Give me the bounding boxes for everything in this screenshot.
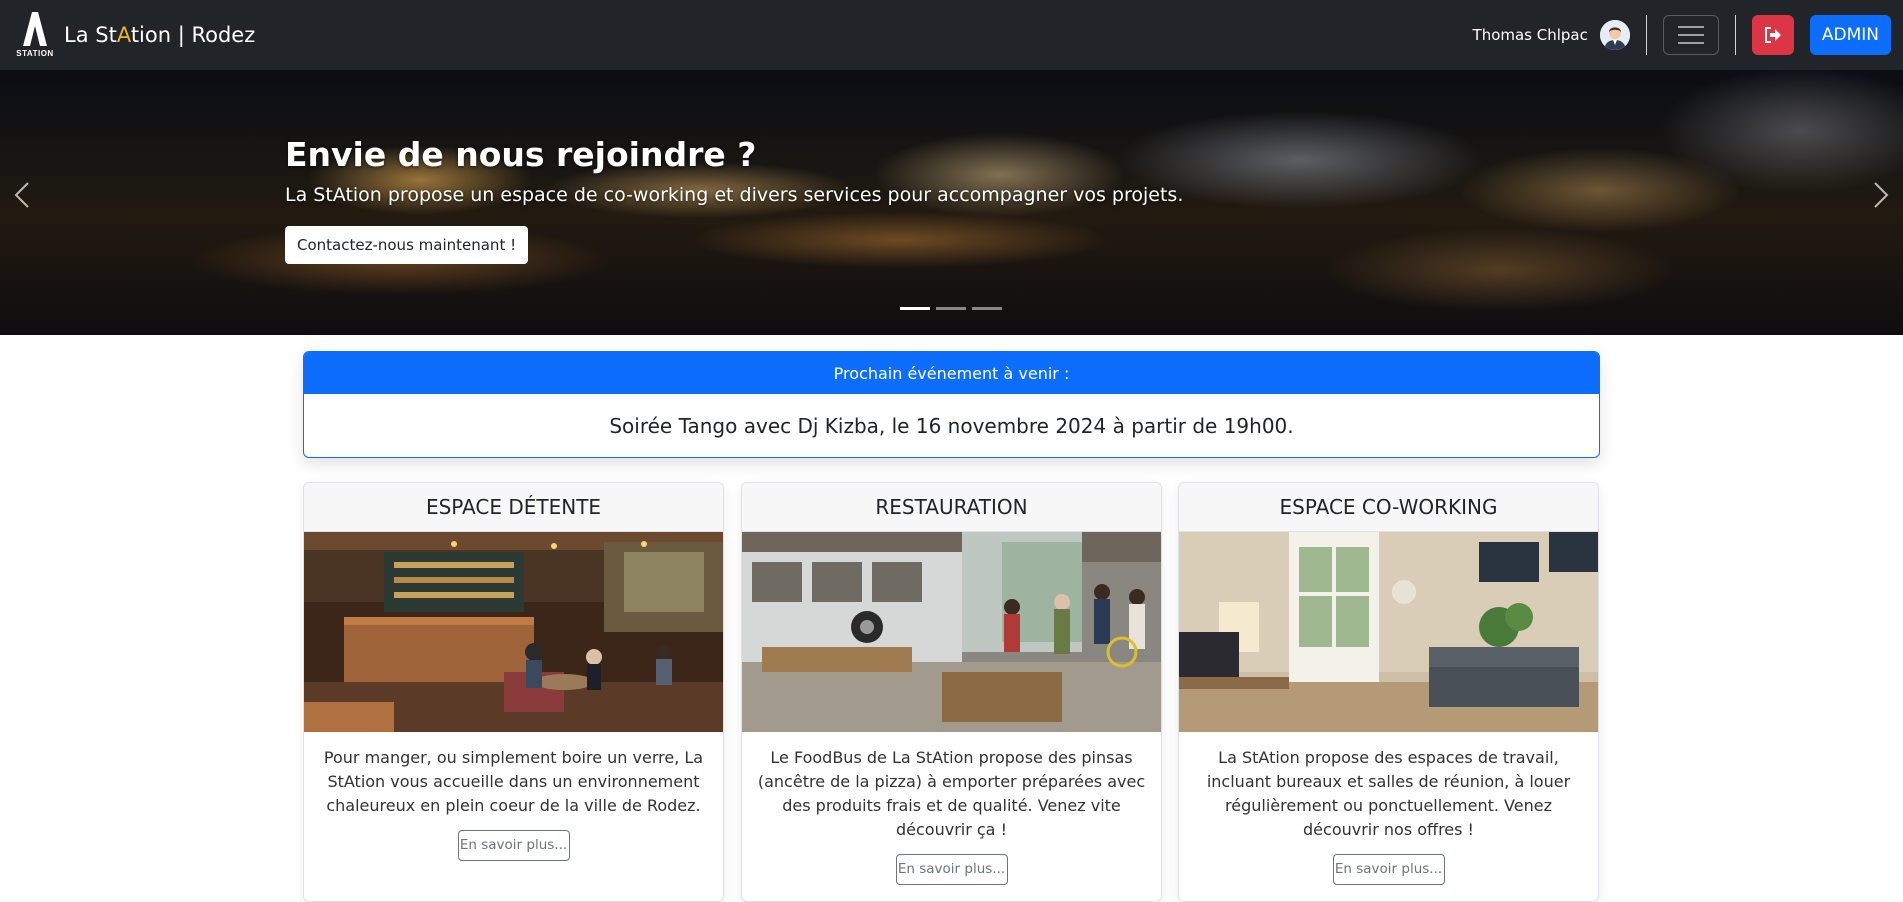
card-restauration: RESTAURATION Le FoodBus de La StAtion pr… [741, 482, 1162, 902]
carousel-indicator-1[interactable] [900, 307, 930, 310]
hero-caption: Envie de nous rejoindre ? La StAtion pro… [285, 135, 1183, 264]
card-title: RESTAURATION [742, 483, 1161, 532]
card-title: ESPACE DÉTENTE [304, 483, 723, 532]
carousel-indicators [900, 307, 1002, 310]
bar-photo [304, 532, 723, 732]
carousel-prev-button[interactable] [8, 175, 36, 215]
navbar-divider [1645, 15, 1647, 55]
card-title: ESPACE CO-WORKING [1179, 483, 1598, 532]
card-description: Pour manger, ou simplement boire un verr… [323, 748, 704, 815]
logout-button[interactable] [1751, 15, 1794, 55]
avatar-icon[interactable] [1599, 20, 1630, 50]
navbar-divider [1734, 15, 1736, 55]
carousel-next-button[interactable] [1867, 175, 1895, 215]
learn-more-button[interactable]: En savoir plus... [457, 830, 570, 861]
next-event-text: Soirée Tango avec Dj Kizba, le 16 novemb… [609, 414, 1294, 438]
hero-subtitle: La StAtion propose un espace de co-worki… [285, 184, 1184, 206]
top-navbar: STATION La StAtion | Rodez Thomas Chlpac [0, 0, 1903, 70]
card-espace-detente: ESPACE DÉTENTE Pour manger, ou simplemen… [303, 482, 724, 902]
next-event-header: Prochain événement à venir : [304, 352, 1599, 394]
card-description: Le FoodBus de La StAtion propose des pin… [757, 748, 1146, 839]
card-espace-coworking: ESPACE CO-WORKING La StAtion propose des… [1178, 482, 1599, 902]
brand-name: La StAtion | Rodez [64, 23, 255, 47]
hamburger-icon[interactable] [1662, 15, 1719, 55]
user-name[interactable]: Thomas Chlpac [1473, 26, 1588, 44]
chevron-right-icon [1874, 182, 1889, 208]
chevron-left-icon [14, 182, 29, 208]
brand-name-part1: La St [64, 23, 117, 47]
learn-more-button[interactable]: En savoir plus... [895, 854, 1008, 885]
foodbus-photo [742, 532, 1161, 732]
carousel-indicator-3[interactable] [972, 307, 1002, 310]
hero-carousel: Envie de nous rejoindre ? La StAtion pro… [0, 70, 1903, 335]
brand-name-part2: tion | Rodez [130, 23, 256, 47]
brand-name-accent: A [116, 23, 131, 47]
contact-button[interactable]: Contactez-nous maintenant ! [285, 226, 529, 264]
hero-title: Envie de nous rejoindre ? [285, 135, 757, 174]
learn-more-button[interactable]: En savoir plus... [1332, 854, 1445, 885]
carousel-indicator-2[interactable] [936, 307, 966, 310]
card-description: La StAtion propose des espaces de travai… [1206, 748, 1571, 839]
logout-icon [1764, 27, 1781, 43]
brand-link[interactable]: STATION La StAtion | Rodez [12, 10, 255, 60]
next-event-card: Prochain événement à venir : Soirée Tang… [303, 351, 1600, 458]
navbar-right: Thomas Chlpac ADMIN [1473, 14, 1891, 56]
logo-text: STATION [16, 49, 54, 58]
station-logo-icon: STATION [12, 12, 58, 58]
coworking-photo [1179, 532, 1598, 732]
admin-button[interactable]: ADMIN [1809, 15, 1891, 55]
